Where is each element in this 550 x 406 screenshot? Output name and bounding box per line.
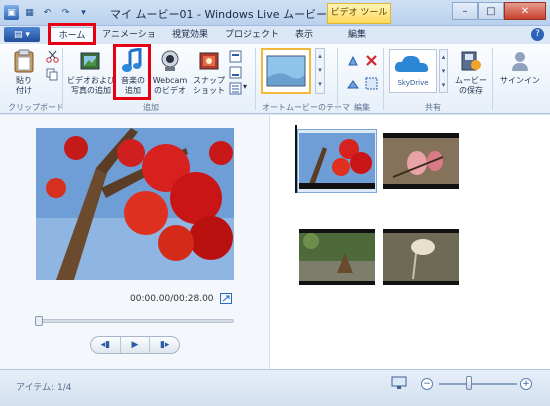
skydrive-label: SkyDrive (397, 79, 429, 87)
copy-icon[interactable] (46, 68, 59, 81)
caption-icon[interactable] (229, 66, 242, 79)
customize-qat-icon[interactable]: ▾ (76, 5, 91, 20)
user-icon (507, 48, 533, 74)
rotate-right-icon[interactable] (347, 77, 360, 90)
playhead-cursor[interactable] (295, 125, 297, 193)
clip-3-thumbnail (299, 229, 375, 285)
play-icon: ▶ (131, 340, 139, 350)
select-all-icon[interactable] (365, 77, 378, 90)
clipboard-icon (11, 48, 37, 74)
seek-bar[interactable] (35, 316, 234, 326)
storyboard-clip-1[interactable] (299, 133, 375, 189)
share-gallery-scroll[interactable]: ▴ ▾ ▾ (439, 49, 448, 93)
previous-frame-button[interactable]: ◂▮ (91, 337, 121, 353)
fullscreen-icon[interactable] (220, 293, 232, 304)
credits-icon[interactable] (229, 82, 242, 95)
item-count: アイテム: 1/4 (16, 383, 72, 393)
cut-icon[interactable] (46, 50, 59, 63)
help-icon[interactable]: ? (531, 28, 544, 41)
save-icon[interactable]: ▦ (22, 5, 37, 20)
snapshot-button[interactable]: スナップ ショット (192, 48, 226, 96)
theme-preview-icon (266, 55, 306, 87)
paste-button[interactable]: 貼り 付け (8, 48, 40, 96)
clipboard-group-label: クリップボード (8, 103, 64, 112)
status-bar: アイテム: 1/4 − + (0, 369, 550, 406)
tab-visual-effects[interactable]: 視覚効果 (160, 27, 220, 44)
tab-edit[interactable]: 編集 (332, 27, 382, 44)
automovie-theme-thumbnail[interactable] (261, 48, 311, 94)
theme-gallery-scroll[interactable]: ▴ ▾ ▾ (315, 48, 325, 94)
preview-pane: 00:00.00/00:28.00 ◂▮ ▶ ▮▸ (0, 115, 270, 369)
file-menu-icon: ▤ ▾ (14, 29, 30, 40)
separator (383, 48, 384, 110)
timecode-display: 00:00.00/00:28.00 (130, 294, 214, 304)
webcam-video-label: Webcam のビデオ (152, 76, 188, 95)
close-button[interactable]: ✕ (504, 2, 546, 20)
save-movie-icon (458, 48, 484, 74)
skydrive-share-tile[interactable]: SkyDrive (389, 49, 437, 93)
preview-image (36, 128, 234, 280)
undo-icon[interactable]: ↶ (40, 5, 55, 20)
storyboard-clip-2[interactable] (383, 133, 459, 189)
paste-label: 貼り 付け (16, 76, 32, 95)
webcam-video-button[interactable]: Webcam のビデオ (150, 48, 190, 96)
home-tab-highlight (48, 23, 96, 45)
snapshot-icon (196, 48, 222, 74)
add-group-label: 追加 (143, 103, 159, 112)
file-menu-button[interactable]: ▤ ▾ (4, 27, 40, 42)
remove-icon[interactable] (365, 54, 378, 67)
webcam-icon (157, 48, 183, 74)
zoom-in-button[interactable]: + (520, 378, 532, 390)
separator (337, 48, 338, 110)
editing-group-label: 編集 (354, 103, 370, 112)
snapshot-label: スナップ ショット (193, 76, 225, 95)
title-icon[interactable] (229, 50, 242, 63)
separator (62, 48, 63, 110)
clip-4-thumbnail (383, 229, 459, 285)
quick-access-toolbar: ▣ ▦ ↶ ↷ ▾ (4, 5, 91, 20)
preview-monitor-icon[interactable] (391, 376, 407, 390)
add-videos-photos-button[interactable]: ビデオおよび 写真の追加 (66, 48, 116, 96)
previous-frame-icon: ◂▮ (100, 340, 111, 350)
clip-1-thumbnail (299, 133, 375, 189)
add-music-highlight (113, 44, 151, 100)
skydrive-cloud-icon (394, 55, 429, 72)
tab-animation[interactable]: アニメーション (98, 27, 160, 56)
redo-icon[interactable]: ↷ (58, 5, 73, 20)
playback-controls: ◂▮ ▶ ▮▸ (90, 336, 180, 354)
sharing-group-label: 共有 (425, 103, 441, 112)
app-icon[interactable]: ▣ (4, 5, 19, 20)
separator (255, 48, 256, 110)
zoom-slider-thumb[interactable] (466, 376, 472, 390)
window-controls: – □ ✕ (452, 2, 546, 20)
video-tools-context-tab: ビデオ ツール (327, 3, 391, 24)
seek-thumb[interactable] (35, 316, 43, 326)
sign-in-button[interactable]: サインイン (495, 48, 545, 86)
maximize-button[interactable]: □ (478, 2, 504, 20)
film-photo-icon (78, 48, 104, 74)
storyboard-clip-4[interactable] (383, 229, 459, 285)
ribbon: 貼り 付け クリップボード ビデオおよび 写真の追加 音楽の 追加 Webcam… (0, 44, 550, 114)
clip-2-thumbnail (383, 133, 459, 189)
sign-in-label: サインイン (500, 76, 540, 85)
minimize-button[interactable]: – (452, 2, 478, 20)
next-frame-button[interactable]: ▮▸ (150, 337, 179, 353)
tab-view[interactable]: 表示 (284, 27, 324, 44)
play-button[interactable]: ▶ (121, 337, 151, 353)
add-videos-photos-label: ビデオおよび 写真の追加 (67, 76, 115, 95)
save-movie-button[interactable]: ムービー の保存 (451, 48, 491, 96)
storyboard-pane (271, 115, 550, 369)
main-content: 00:00.00/00:28.00 ◂▮ ▶ ▮▸ (0, 115, 550, 369)
zoom-out-button[interactable]: − (421, 378, 433, 390)
rotate-left-icon[interactable] (347, 54, 360, 67)
zoom-slider-track[interactable] (439, 383, 517, 385)
separator (492, 48, 493, 110)
save-movie-label: ムービー の保存 (455, 76, 487, 95)
storyboard-clip-3[interactable] (299, 229, 375, 285)
tab-project[interactable]: プロジェクト (222, 27, 282, 44)
next-frame-icon: ▮▸ (159, 340, 170, 350)
